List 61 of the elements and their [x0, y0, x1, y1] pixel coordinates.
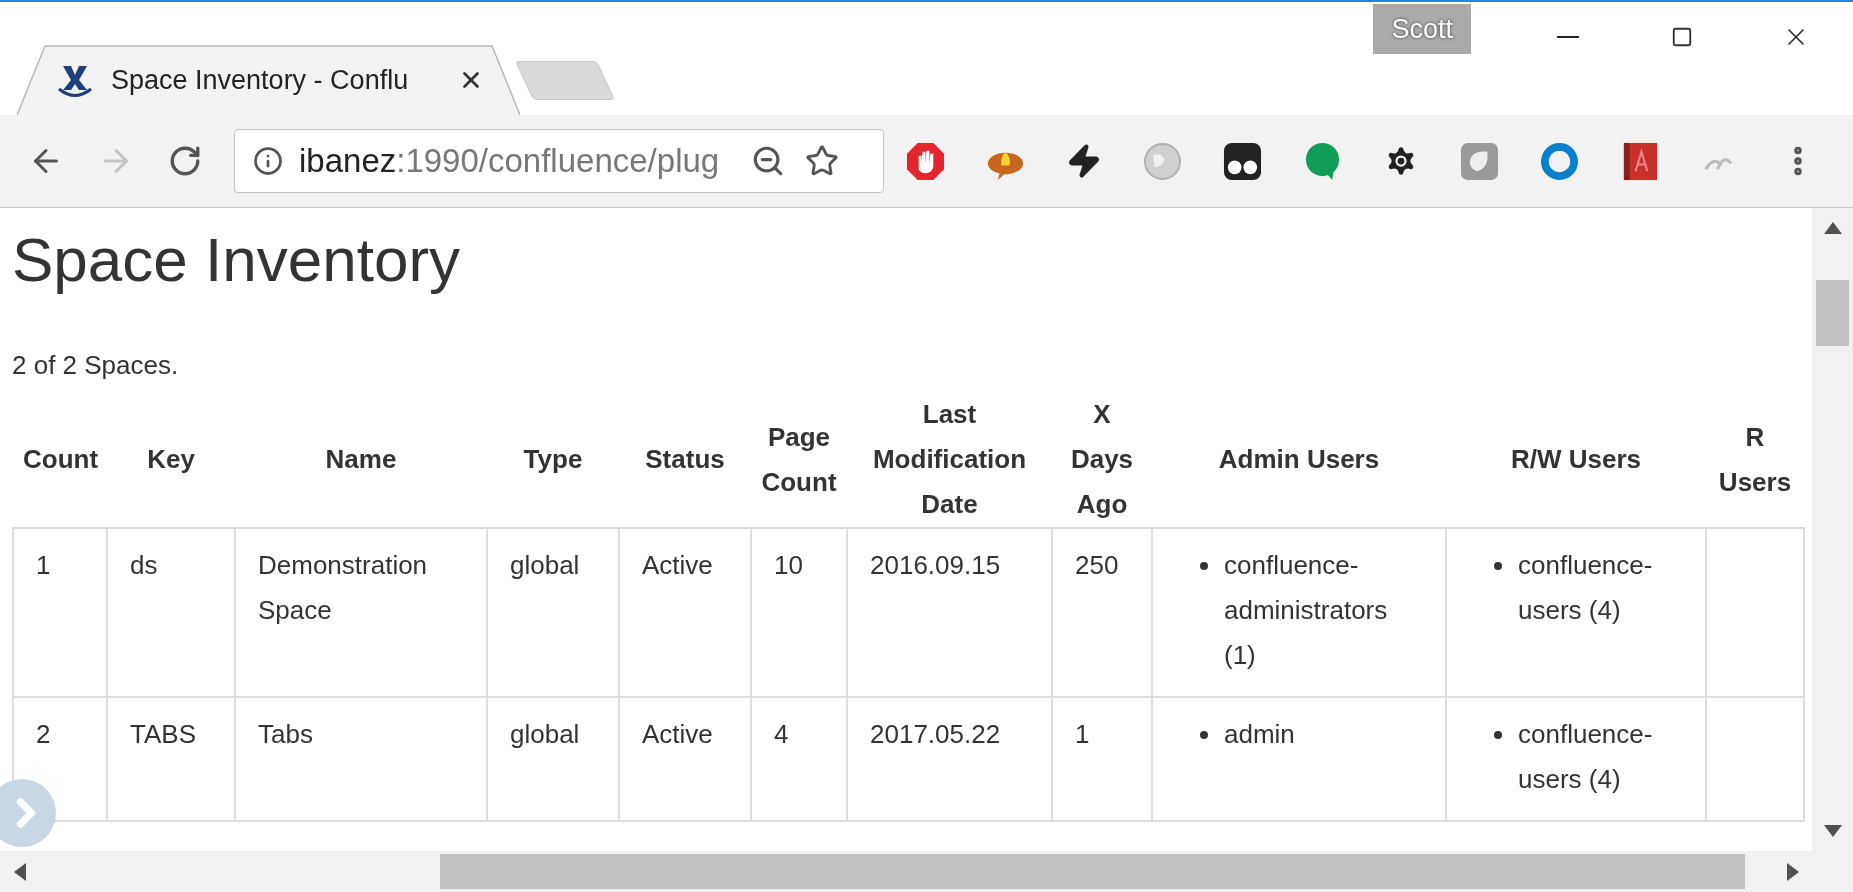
table-cell: 250: [1075, 550, 1119, 580]
table-cell: Active: [642, 550, 713, 580]
url-text: ibanez:1990/confluence/plug: [299, 141, 721, 182]
column-header: Type: [523, 444, 583, 474]
table-cell: global: [510, 719, 580, 749]
ring-icon[interactable]: [1540, 141, 1579, 181]
bullet-icon: [1200, 561, 1208, 570]
horizontal-scrollbar[interactable]: [0, 851, 1853, 892]
scrollbar-thumb[interactable]: [440, 854, 1745, 889]
minimize-icon: [1557, 36, 1579, 38]
scroll-right-icon[interactable]: [1787, 862, 1799, 881]
table-cell: 1: [36, 550, 51, 580]
scroll-left-icon[interactable]: [14, 862, 26, 881]
bullet-icon: [1494, 730, 1502, 739]
column-header: Admin Users: [1218, 444, 1380, 474]
vertical-scrollbar[interactable]: [1812, 208, 1853, 851]
user-group: confluence-users (4): [1518, 712, 1678, 802]
column-header: Key: [147, 444, 195, 474]
user-group: confluence-administrators (1): [1224, 543, 1418, 678]
column-header: R/W Users: [1510, 444, 1641, 474]
table-cell: global: [510, 550, 580, 580]
table-cell: Demonstration Space: [258, 550, 428, 625]
scroll-up-icon[interactable]: [1823, 222, 1842, 234]
table-cell: 4: [774, 719, 789, 749]
table-cell: 1: [1075, 719, 1090, 749]
table-cell: 2017.05.22: [870, 719, 1001, 749]
scrollbar-thumb[interactable]: [1816, 280, 1849, 346]
info-icon[interactable]: [253, 146, 283, 176]
shield-icon[interactable]: [1460, 141, 1499, 181]
column-header: Status: [645, 444, 725, 474]
table-cell: TABS: [130, 719, 196, 749]
bullet-icon: [1200, 730, 1208, 739]
zoom-out-icon[interactable]: [751, 144, 785, 178]
twin-dots-icon[interactable]: [1223, 141, 1262, 181]
stop-hand-icon[interactable]: [906, 141, 945, 181]
table-cell: ds: [130, 550, 158, 580]
table-cell: 10: [774, 550, 803, 580]
scroll-down-icon[interactable]: [1823, 825, 1842, 837]
user-group: confluence-users (4): [1518, 543, 1678, 633]
maximize-icon: [1671, 26, 1693, 48]
address-bar[interactable]: ibanez:1990/confluence/plug: [234, 129, 884, 193]
lightning-icon[interactable]: [1066, 143, 1102, 179]
bookmark-star-icon[interactable]: [805, 144, 839, 178]
page-heading: Space Inventory: [12, 228, 462, 292]
column-header: Count: [23, 444, 99, 474]
user-group: admin: [1224, 712, 1295, 757]
table-cell: 2: [36, 719, 51, 749]
table-cell: 2016.09.15: [870, 550, 1001, 580]
column-header: R Users: [1718, 421, 1792, 497]
reload-icon[interactable]: [168, 144, 202, 178]
column-header: Name: [325, 444, 397, 474]
chat-bubble-icon[interactable]: [1303, 141, 1342, 181]
column-header: Last Modification Date: [872, 399, 1027, 519]
column-header: X Days Ago: [1070, 399, 1134, 519]
table-cell: Tabs: [258, 719, 313, 749]
bullet-icon: [1494, 561, 1502, 570]
column-header: Page Count: [761, 421, 837, 497]
table-cell: Active: [642, 719, 713, 749]
browser-tab[interactable]: Space Inventory - Conflu: [17, 45, 520, 115]
tab-title: Space Inventory - Conflu: [111, 63, 409, 97]
summary-text: 2 of 2 Spaces.: [12, 350, 180, 380]
